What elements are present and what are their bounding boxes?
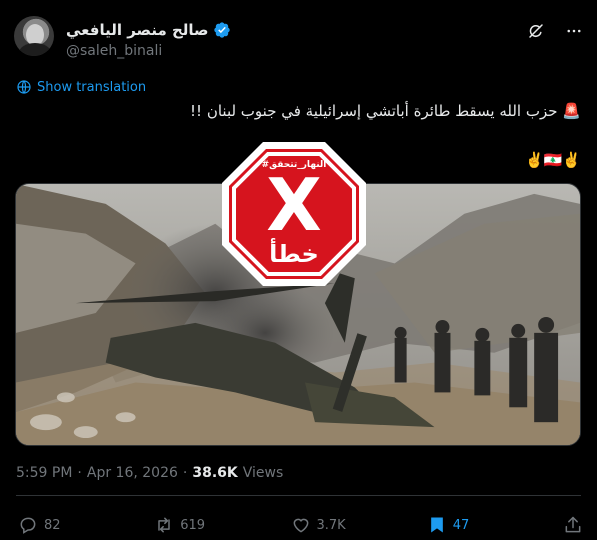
bookmark-count: 47 [452,517,470,533]
tweet-text-line-1: 🚨 حزب الله يسقط طائرة أباتشي إسرائيلية ف… [21,100,581,122]
meta-separator: · [77,465,82,481]
share-button[interactable] [563,515,583,535]
verdict-label: خطأ [269,238,319,268]
more-icon[interactable] [565,22,583,40]
header-actions [527,22,583,40]
like-button[interactable]: 3.7K [291,515,411,535]
show-translation-link[interactable]: Show translation [16,79,146,95]
reply-icon [20,517,36,534]
grok-icon[interactable] [527,22,545,40]
repost-button[interactable]: 619 [154,515,274,535]
tweet-header: صالح منصر اليافعي @saleh_binali [14,10,583,60]
avatar[interactable] [14,16,54,56]
bookmark-icon [430,517,443,533]
author-names: صالح منصر اليافعي @saleh_binali [66,20,231,59]
show-translation-label[interactable]: Show translation [37,80,146,95]
tweet-date[interactable]: Apr 16, 2026 [87,465,178,481]
tweet-meta: 5:59 PM · Apr 16, 2026 · 38.6K Views [16,465,283,481]
repost-icon [158,517,170,533]
translate-icon [17,80,31,94]
meta-separator-2: · [182,465,188,481]
like-count: 3.7K [316,517,346,533]
reply-count: 82 [44,517,61,533]
x-mark: X [266,163,322,247]
false-claim-stop-sign: #النهار_تتحقق X خطأ [222,142,366,286]
bookmark-button[interactable]: 47 [427,515,547,535]
reply-button[interactable]: 82 [18,515,138,535]
tweet-text-line-1-body: حزب الله يسقط طائرة أباتشي إسرائيلية في … [190,102,558,120]
tweet-actions: 82 619 3.7K 47 [18,513,583,537]
siren-emoji: 🚨 [562,102,581,120]
repost-count: 619 [180,517,206,533]
display-name[interactable]: صالح منصر اليافعي [66,21,209,39]
verified-badge-icon[interactable] [213,21,231,39]
views-count: 38.6K [192,465,238,481]
tweet-time[interactable]: 5:59 PM [16,465,72,481]
share-icon [565,516,581,533]
display-name-row[interactable]: صالح منصر اليافعي [66,20,231,40]
handle[interactable]: @saleh_binali [66,43,231,59]
divider [16,495,581,496]
like-icon [293,518,308,533]
views-label: Views [242,465,284,481]
